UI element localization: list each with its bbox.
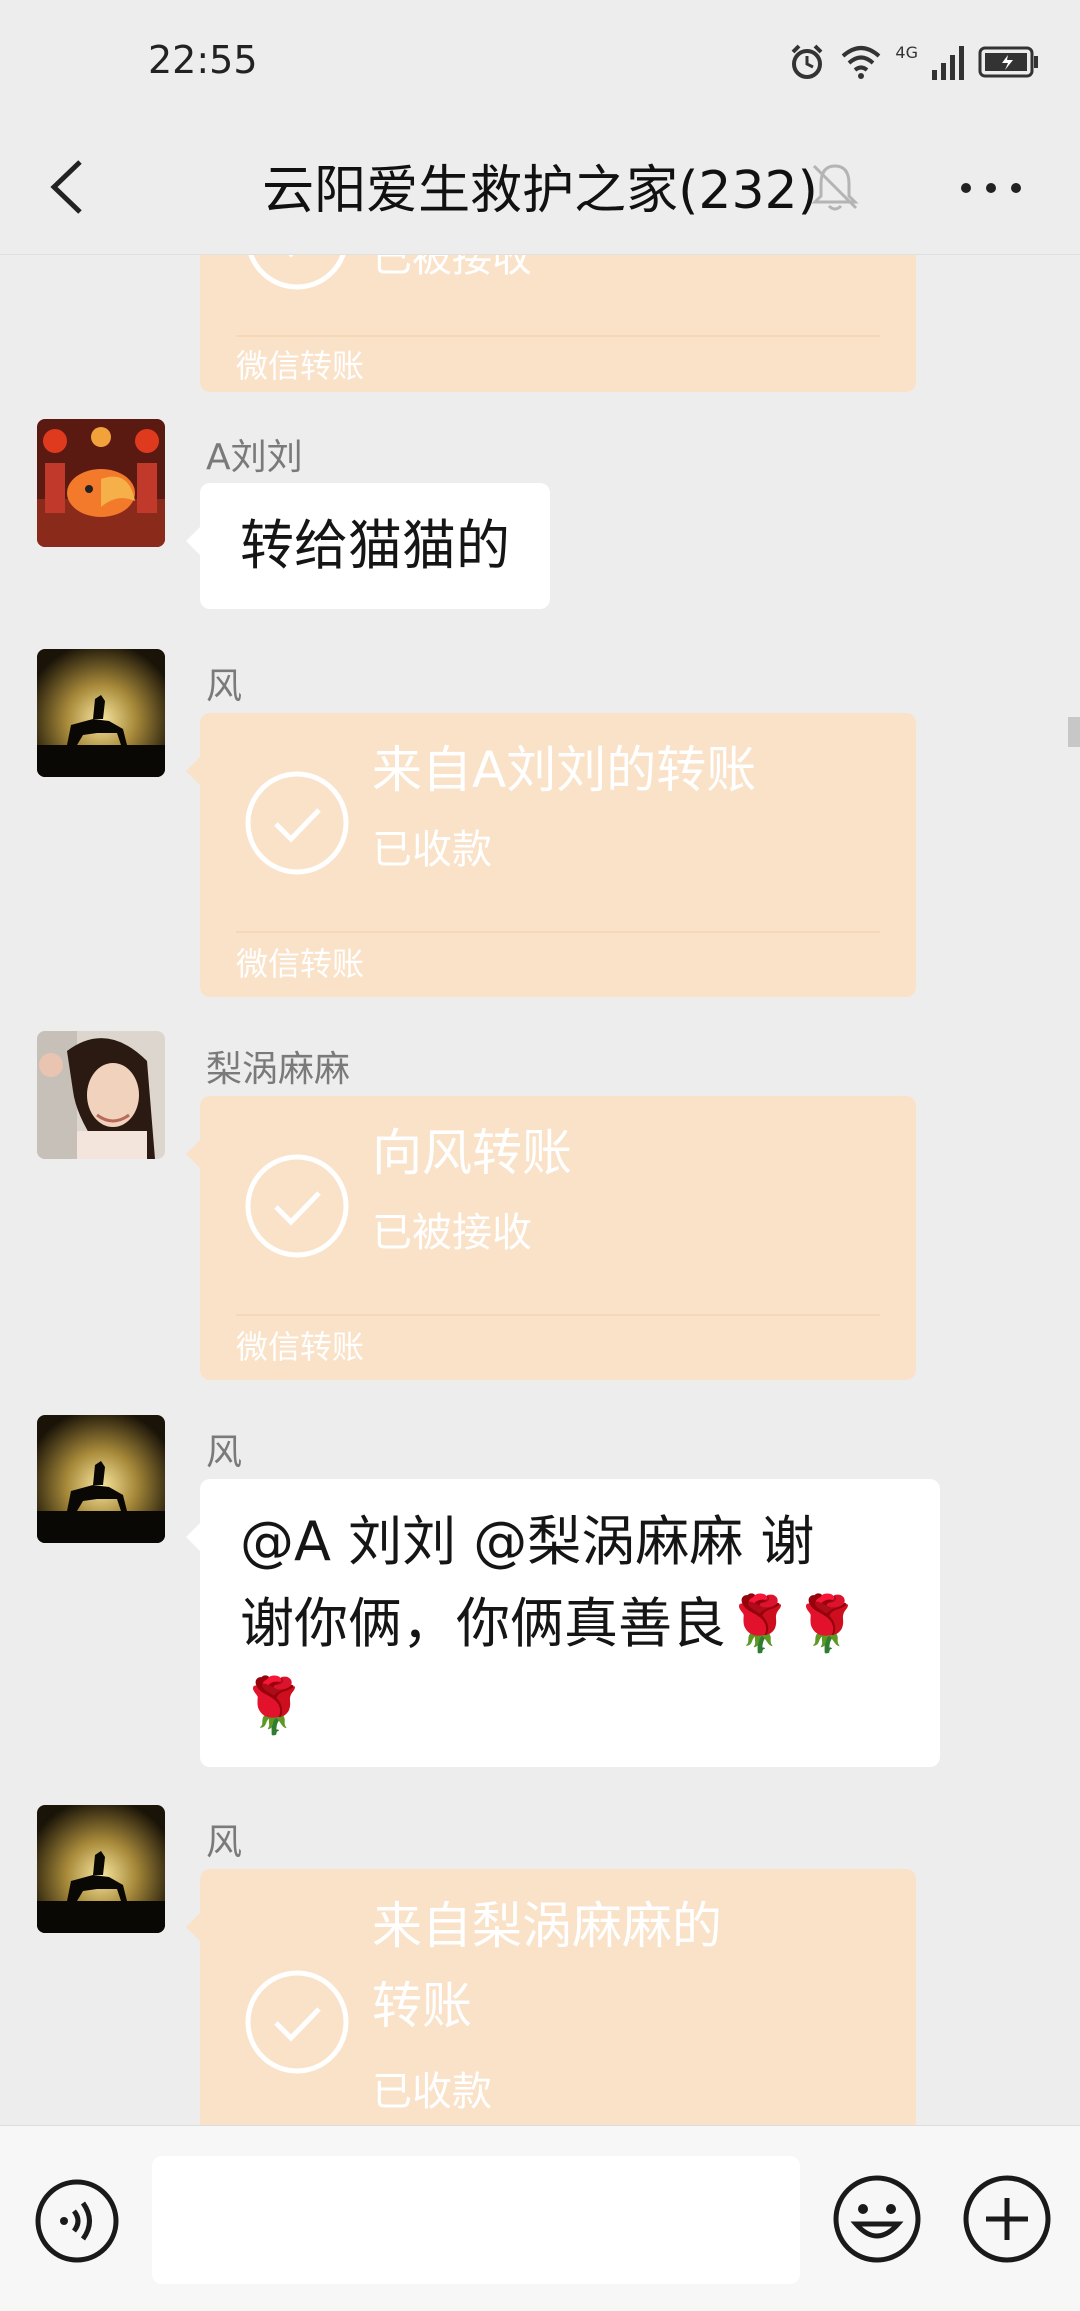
message-list[interactable]: 已被接收 微信转账 A刘刘 转给猫猫的 风 来自A刘刘的转账 已收款 微信转账 …: [0, 255, 1080, 2125]
status-time: 22:55: [148, 38, 258, 82]
transfer-message[interactable]: 向风转账 已被接收 微信转账: [186, 1096, 916, 1380]
chat-title: 云阳爱生救护之家(232): [262, 161, 818, 221]
sender-name: 风: [206, 1432, 243, 1473]
check-circle-icon: [248, 255, 346, 290]
avatar[interactable]: [37, 649, 165, 777]
sender-name: A刘刘: [206, 437, 303, 478]
transfer-footer: 微信转账: [236, 347, 365, 385]
input-bar: [0, 2125, 1080, 2311]
transfer-status: 已收款: [372, 827, 492, 873]
transfer-status: 已收款: [372, 2069, 492, 2115]
transfer-status: 已被接收: [372, 255, 532, 281]
check-circle-icon: [245, 771, 349, 875]
transfer-title: 来自A刘刘的转账: [372, 741, 757, 799]
alarm-icon: [792, 44, 823, 79]
transfer-footer: 微信转账: [236, 945, 365, 983]
check-circle-icon: [245, 1970, 349, 2074]
plus-icon[interactable]: [962, 2174, 1052, 2264]
signal-icon: [932, 46, 964, 80]
chat-header: 云阳爱生救护之家(232): [0, 120, 1080, 255]
voice-icon[interactable]: [34, 2178, 120, 2264]
network-type: 4G: [895, 42, 918, 62]
transfer-title: 来自梨涡麻麻的: [372, 1897, 722, 1955]
status-bar: 22:55 4G: [0, 0, 1080, 120]
message-text-line: 🌹: [240, 1674, 308, 1737]
transfer-divider: [236, 1314, 880, 1316]
transfer-message[interactable]: 已被接收 微信转账: [200, 255, 916, 392]
avatar[interactable]: [37, 1415, 165, 1543]
transfer-divider: [236, 335, 880, 337]
check-circle-icon: [245, 1154, 349, 1258]
avatar[interactable]: [37, 1805, 165, 1933]
battery-icon: [978, 46, 1038, 78]
transfer-footer: 微信转账: [236, 1328, 365, 1366]
text-message[interactable]: @A 刘刘 @梨涡麻麻 谢 谢你俩，你俩真善良🌹🌹 🌹: [186, 1479, 940, 1767]
text-message[interactable]: 转给猫猫的: [186, 483, 550, 609]
transfer-divider: [236, 931, 880, 933]
sender-name: 梨涡麻麻: [206, 1049, 351, 1090]
wifi-icon: [842, 46, 881, 79]
bell-off-icon: [811, 164, 859, 211]
transfer-message[interactable]: 来自A刘刘的转账 已收款 微信转账: [186, 713, 916, 997]
transfer-title: 向风转账: [372, 1124, 572, 1182]
more-dots-icon[interactable]: [956, 178, 1026, 198]
scrollbar[interactable]: [1068, 717, 1080, 747]
status-icons: 4G: [787, 40, 1040, 84]
avatar[interactable]: [37, 1031, 165, 1159]
transfer-status: 已被接收: [372, 1210, 532, 1256]
message-input[interactable]: [152, 2156, 800, 2284]
transfer-title: 转账: [372, 1977, 472, 2035]
sender-name: 风: [206, 1822, 243, 1863]
message-text: 转给猫猫的: [240, 514, 510, 577]
sender-name: 风: [206, 666, 243, 707]
message-text-line: @A 刘刘 @梨涡麻麻 谢: [240, 1510, 815, 1573]
transfer-message[interactable]: 来自梨涡麻麻的 转账 已收款: [186, 1869, 916, 2125]
avatar[interactable]: [37, 419, 165, 547]
emoji-icon[interactable]: [832, 2174, 922, 2264]
message-text-line: 谢你俩，你俩真善良🌹🌹: [240, 1592, 861, 1655]
